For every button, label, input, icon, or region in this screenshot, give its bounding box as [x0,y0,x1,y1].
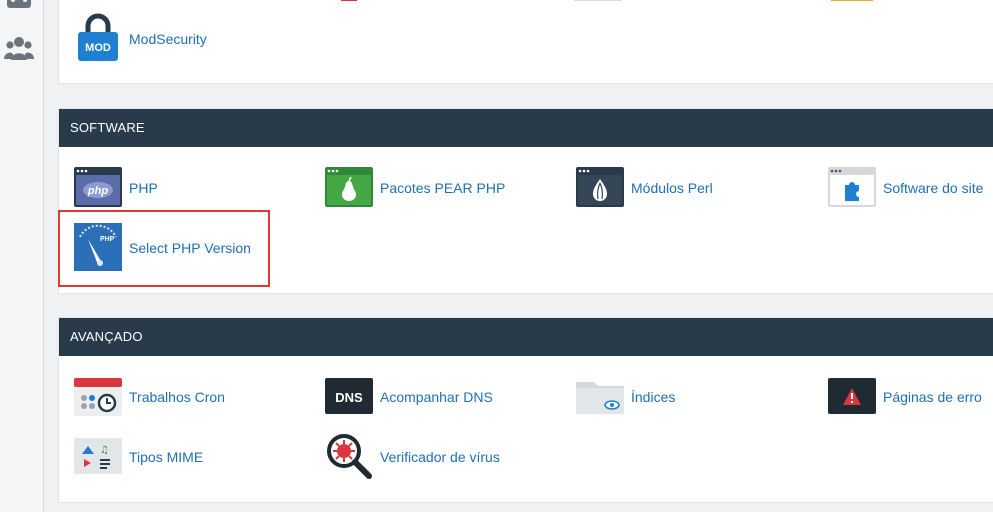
modsecurity-link[interactable]: MOD ModSecurity [73,13,207,63]
svg-text:DNS: DNS [335,390,363,405]
server-icon[interactable] [4,0,34,20]
highlight-box [58,210,270,287]
calendar-clock-icon [73,375,123,417]
sidebar [0,0,44,512]
cron-jobs-label: Trabalhos Cron [129,388,225,405]
virus-scanner-link[interactable]: Verificador de vírus [324,431,500,481]
mime-types-label: Tipos MIME [129,448,204,465]
users-icon[interactable] [4,34,34,62]
mod-lock-icon: MOD [73,13,123,61]
svg-text:♫: ♫ [100,445,109,456]
indexes-link[interactable]: Índices [575,371,675,421]
site-software-link[interactable]: Software do site [827,162,983,212]
error-pages-link[interactable]: Páginas de erro [827,371,982,421]
svg-text:php: php [87,185,108,197]
pear-window-icon [324,166,374,208]
software-header: SOFTWARE [59,109,993,147]
php-window-icon: php [73,166,123,208]
security-panel: MOD ModSecurity [58,0,993,84]
perl-modules-label: Módulos Perl [631,179,713,196]
cron-jobs-link[interactable]: Trabalhos Cron [73,371,225,421]
mime-types-link[interactable]: ♫ Tipos MIME [73,431,203,481]
php-link[interactable]: php PHP [73,162,158,212]
warning-window-icon [827,375,877,417]
virus-magnifier-icon [324,434,374,479]
perl-onion-window-icon [575,166,625,208]
dns-icon: DNS [324,375,374,417]
svg-text:MOD: MOD [85,42,111,54]
modsecurity-label: ModSecurity [129,30,207,47]
php-label: PHP [129,179,158,196]
cutoff-icon-red [341,0,357,1]
folder-eye-icon [575,375,625,417]
error-pages-label: Páginas de erro [883,388,982,405]
puzzle-window-icon [827,166,877,208]
mime-types-icon: ♫ [73,435,123,477]
cutoff-icon-gray [574,0,622,1]
cutoff-icon-orange [831,0,873,1]
dns-tracking-label: Acompanhar DNS [380,388,493,405]
advanced-panel: AVANÇADO Trabalhos Cron DNS Acompanhar D… [58,317,993,503]
advanced-header: AVANÇADO [59,318,993,356]
indexes-label: Índices [631,388,676,405]
pear-php-label: Pacotes PEAR PHP [380,179,506,196]
dns-tracking-link[interactable]: DNS Acompanhar DNS [324,371,493,421]
site-software-label: Software do site [883,179,984,196]
perl-modules-link[interactable]: Módulos Perl [575,162,713,212]
virus-scanner-label: Verificador de vírus [380,448,500,465]
pear-php-link[interactable]: Pacotes PEAR PHP [324,162,505,212]
